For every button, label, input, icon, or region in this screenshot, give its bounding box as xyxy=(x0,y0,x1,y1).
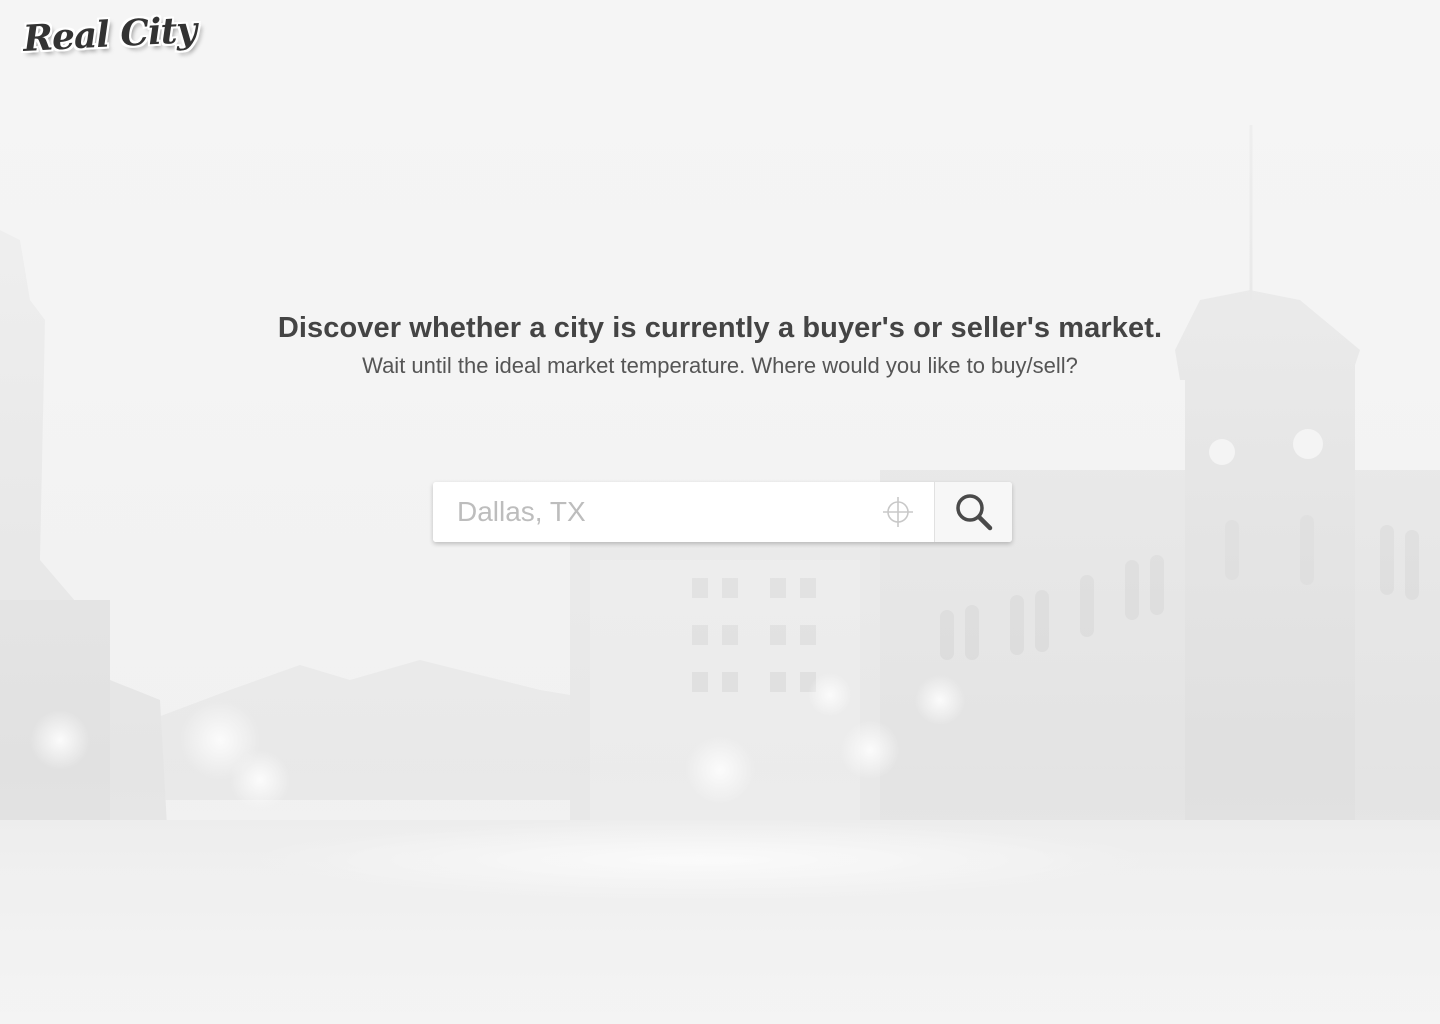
city-search-input[interactable] xyxy=(433,482,934,542)
crosshair-icon[interactable] xyxy=(882,496,914,528)
search-button[interactable] xyxy=(934,482,1012,542)
city-search-bar xyxy=(433,482,1012,542)
page-subheadline: Wait until the ideal market temperature.… xyxy=(362,353,1078,378)
search-field-wrapper xyxy=(433,482,934,542)
hero-section: Discover whether a city is currently a b… xyxy=(0,312,1440,379)
landing-page: Real City Discover whether a city is cur… xyxy=(0,0,1440,1024)
search-icon xyxy=(955,494,992,531)
page-headline: Discover whether a city is currently a b… xyxy=(277,312,1163,344)
